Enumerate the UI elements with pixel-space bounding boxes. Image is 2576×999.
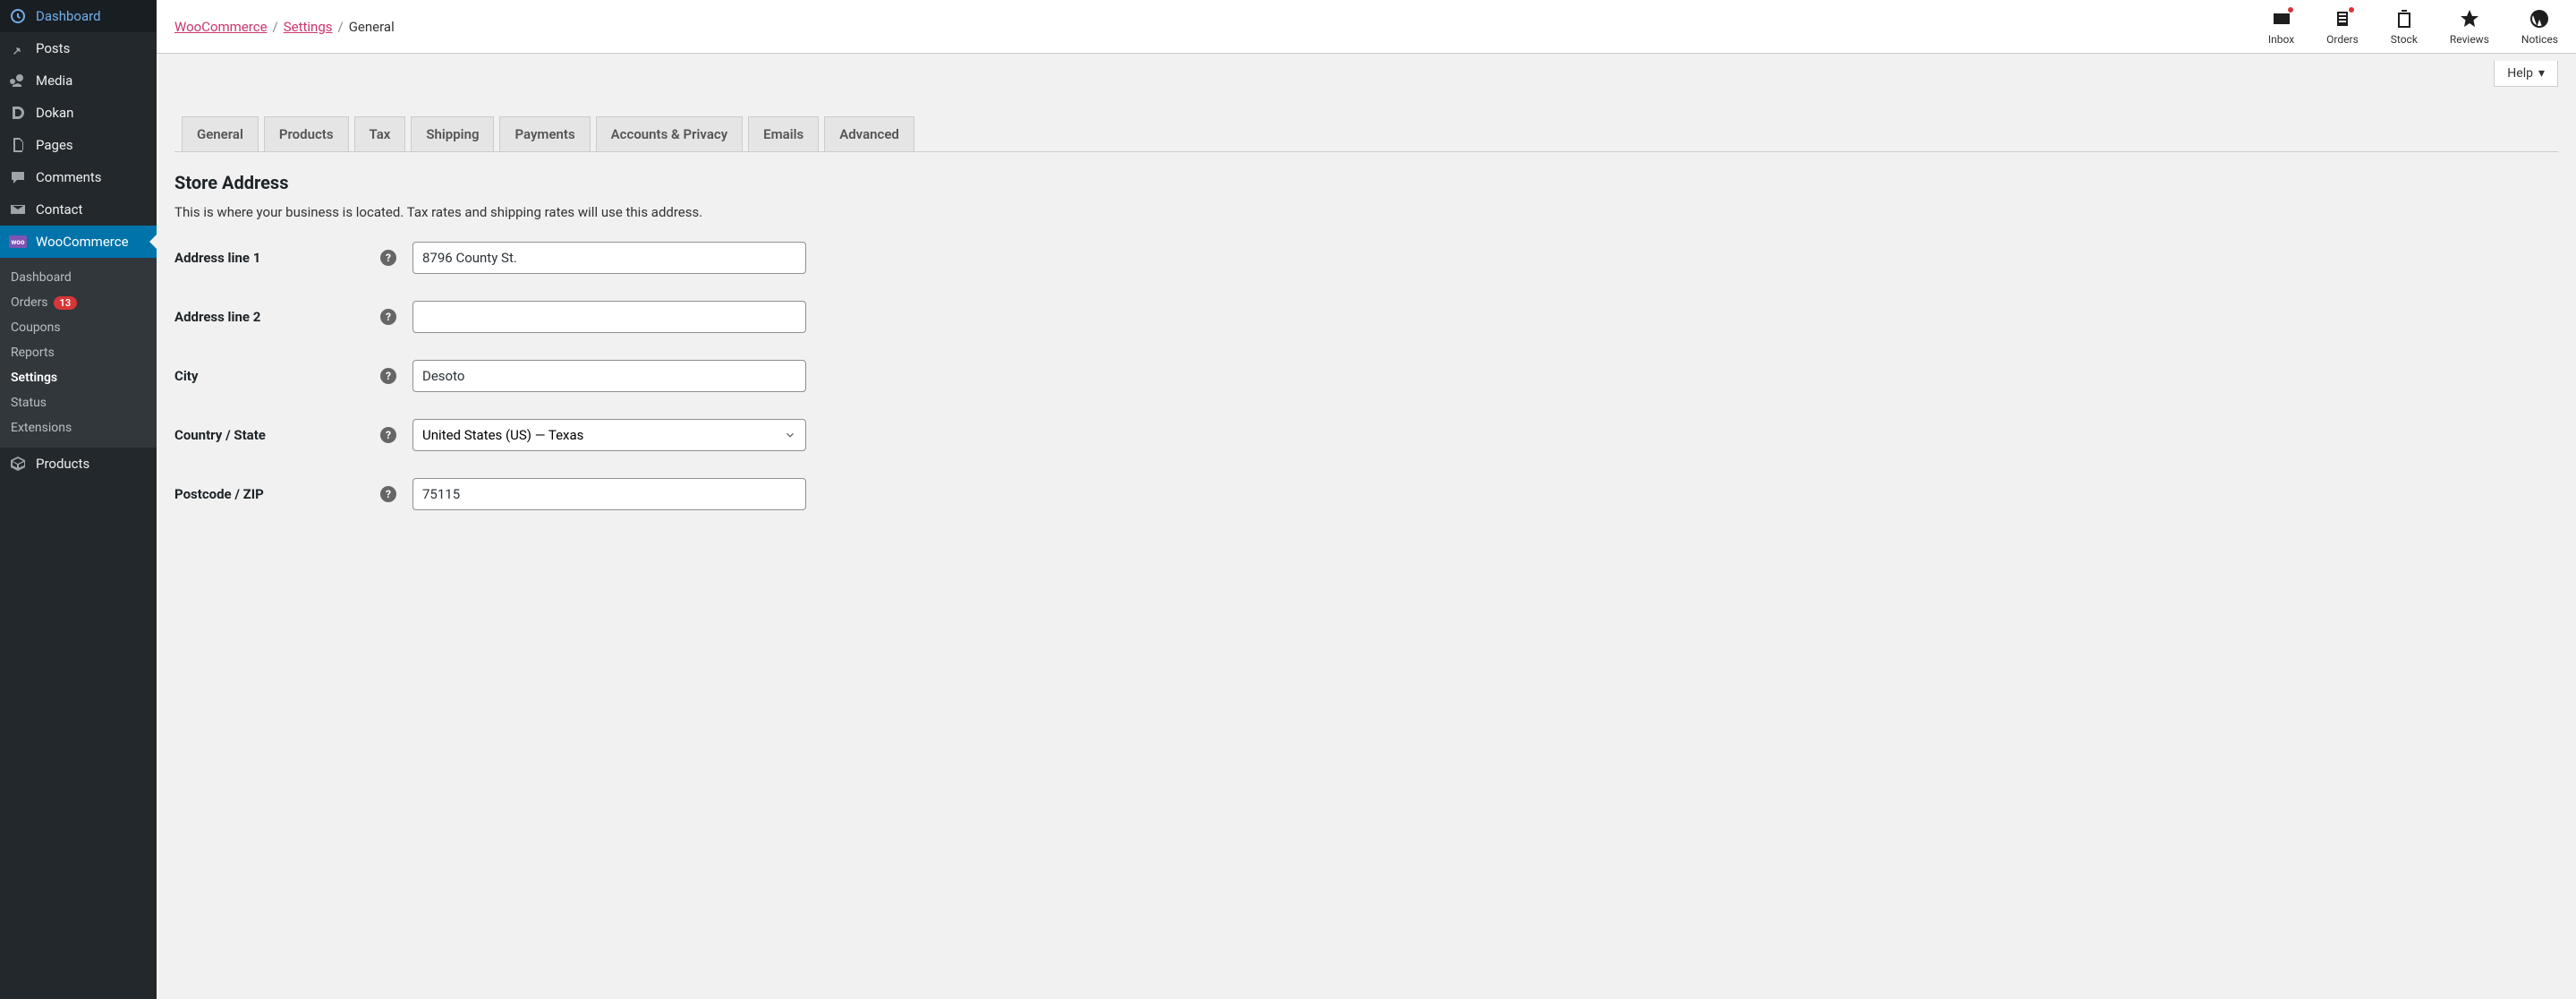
dashboard-icon [9,7,27,25]
help-icon[interactable]: ? [380,368,396,384]
media-icon [9,72,27,90]
city-label: City [174,368,380,384]
orders-icon [2332,8,2353,30]
help-icon[interactable]: ? [380,250,396,266]
city-input[interactable] [412,360,806,392]
inbox-icon [2271,8,2292,30]
stock-icon [2393,8,2415,30]
help-tab[interactable]: Help ▾ [2494,61,2558,87]
sidebar-item-products[interactable]: Products [0,448,157,480]
sidebar-item-dokan[interactable]: Dokan [0,97,157,129]
notification-dot [2348,6,2355,13]
submenu-item-coupons[interactable]: Coupons [0,315,157,340]
settings-tabs: General Products Tax Shipping Payments A… [174,116,2558,152]
orders-count-badge: 13 [54,296,78,310]
sidebar-item-label: Contact [36,201,82,218]
address2-label: Address line 2 [174,309,380,325]
tab-tax[interactable]: Tax [354,116,406,151]
tab-shipping[interactable]: Shipping [411,116,494,151]
sidebar-item-dashboard[interactable]: Dashboard [0,0,157,32]
woocommerce-submenu: Dashboard Orders 13 Coupons Reports Sett… [0,258,157,448]
topbar: WooCommerce / Settings / General Inbox O… [157,0,2576,54]
submenu-item-extensions[interactable]: Extensions [0,415,157,440]
tab-general[interactable]: General [182,116,259,151]
woocommerce-icon: woo [9,233,27,251]
sidebar-item-media[interactable]: Media [0,64,157,97]
admin-sidebar: Dashboard Posts Media Dokan Pages Commen… [0,0,157,999]
sidebar-item-label: Dokan [36,105,73,121]
breadcrumb-settings[interactable]: Settings [284,19,333,35]
submenu-item-dashboard[interactable]: Dashboard [0,265,157,290]
tab-emails[interactable]: Emails [748,116,819,151]
help-icon[interactable]: ? [380,309,396,325]
sidebar-item-comments[interactable]: Comments [0,161,157,193]
top-action-stock[interactable]: Stock [2391,8,2418,46]
settings-form: Address line 1 ? Address line 2 ? City ?… [174,242,2558,510]
address1-input[interactable] [412,242,806,274]
top-action-notices[interactable]: Notices [2521,8,2558,46]
chevron-down-icon [784,429,796,441]
comments-icon [9,168,27,186]
breadcrumb-woocommerce[interactable]: WooCommerce [174,19,268,35]
breadcrumb: WooCommerce / Settings / General [174,19,395,35]
country-label: Country / State [174,427,380,443]
select-value: United States (US) — Texas [422,427,583,443]
sidebar-item-label: Media [36,73,72,89]
mail-icon [9,201,27,218]
main-content: WooCommerce / Settings / General Inbox O… [157,0,2576,999]
tab-payments[interactable]: Payments [499,116,590,151]
submenu-item-reports[interactable]: Reports [0,340,157,365]
pages-icon [9,136,27,154]
sidebar-item-label: WooCommerce [36,234,129,250]
breadcrumb-current: General [349,19,395,35]
tab-products[interactable]: Products [264,116,349,151]
section-title: Store Address [174,172,2558,193]
pin-icon [9,39,27,57]
postcode-label: Postcode / ZIP [174,486,380,502]
help-icon[interactable]: ? [380,486,396,502]
notification-dot [2287,6,2294,13]
address1-label: Address line 1 [174,250,380,266]
top-action-reviews[interactable]: Reviews [2450,8,2489,46]
sidebar-item-label: Products [36,456,89,472]
triangle-down-icon: ▾ [2538,66,2545,81]
top-action-inbox[interactable]: Inbox [2268,8,2294,46]
postcode-input[interactable] [412,478,806,510]
submenu-item-status[interactable]: Status [0,390,157,415]
tab-accounts[interactable]: Accounts & Privacy [596,116,744,151]
top-action-orders[interactable]: Orders [2326,8,2359,46]
section-description: This is where your business is located. … [174,204,2558,220]
content-area: Help ▾ General Products Tax Shipping Pay… [157,54,2576,555]
address2-input[interactable] [412,301,806,333]
tab-advanced[interactable]: Advanced [824,116,914,151]
sidebar-item-posts[interactable]: Posts [0,32,157,64]
sidebar-item-label: Posts [36,40,70,56]
country-state-select[interactable]: United States (US) — Texas [412,419,806,451]
submenu-item-settings[interactable]: Settings [0,365,157,390]
wordpress-icon [2529,8,2550,30]
sidebar-item-label: Pages [36,137,73,153]
help-icon[interactable]: ? [380,427,396,443]
submenu-item-orders[interactable]: Orders 13 [0,290,157,315]
star-icon [2459,8,2480,30]
sidebar-item-label: Comments [36,169,102,185]
sidebar-item-label: Dashboard [36,8,101,24]
sidebar-item-contact[interactable]: Contact [0,193,157,226]
top-actions: Inbox Orders Stock Reviews Notices [2268,8,2558,46]
sidebar-item-pages[interactable]: Pages [0,129,157,161]
dokan-icon [9,104,27,122]
sidebar-item-woocommerce[interactable]: woo WooCommerce [0,226,157,258]
products-icon [9,455,27,473]
